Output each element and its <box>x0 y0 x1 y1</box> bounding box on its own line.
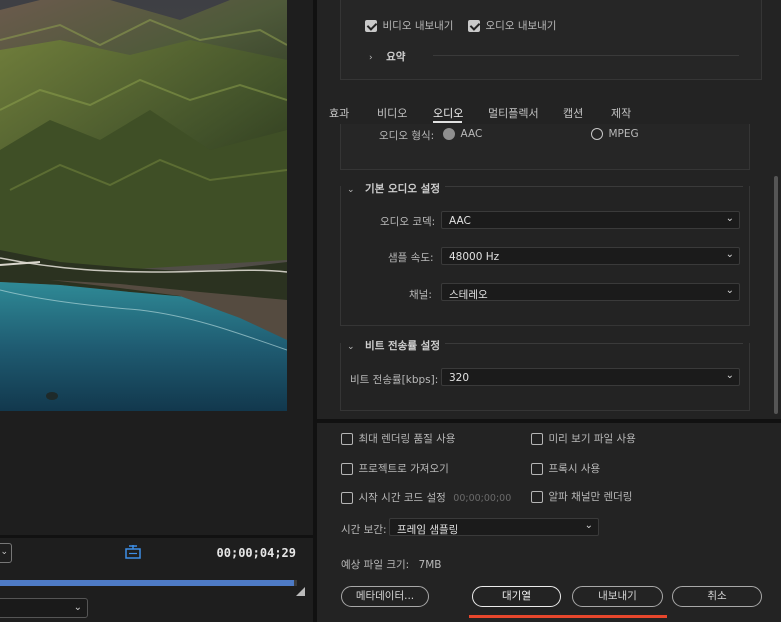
audio-format-box: 오디오 형식: AAC MPEG <box>340 124 750 170</box>
time-interpolation-value: 프레임 샘플링 <box>397 524 459 536</box>
export-video-label: 비디오 내보내기 <box>382 20 454 32</box>
options-divider <box>317 419 781 423</box>
export-video-option[interactable]: 비디오 내보내기 <box>365 18 453 33</box>
time-interpolation-select[interactable]: 프레임 샘플링 ⌄ <box>389 518 599 536</box>
coastal-landscape-image <box>0 0 287 411</box>
use-proxies-option[interactable]: 프록시 사용 <box>531 461 600 476</box>
file-size-row: 예상 파일 크기: 7MB <box>341 557 441 572</box>
fit-dropdown[interactable]: ⌄ <box>0 543 12 563</box>
bitrate-label: 비트 전송률[kbps]: <box>350 374 439 386</box>
source-range-dropdown[interactable]: ⌄ <box>0 598 88 618</box>
import-into-project-option[interactable]: 프로젝트로 가져오기 <box>341 461 449 476</box>
use-proxies-checkbox[interactable] <box>531 463 543 475</box>
bitrate-select[interactable]: 320 ⌄ <box>441 368 740 386</box>
aac-radio[interactable] <box>443 128 455 140</box>
mpeg-radio[interactable] <box>591 128 603 140</box>
chevron-down-icon: ⌄ <box>73 602 82 613</box>
playhead-handle[interactable] <box>296 587 305 596</box>
export-button[interactable]: 내보내기 <box>572 586 663 607</box>
chevron-down-icon: ⌄ <box>725 249 734 260</box>
cancel-button[interactable]: 취소 <box>672 586 762 607</box>
preview-divider <box>0 535 313 538</box>
sample-rate-value: 48000 Hz <box>449 251 500 263</box>
export-audio-option[interactable]: 오디오 내보내기 <box>468 18 556 33</box>
render-alpha-only-label: 알파 채널만 렌더링 <box>548 491 633 503</box>
chevron-down-icon: ⌄ <box>725 285 734 296</box>
timeline-scrub-bar[interactable] <box>0 580 297 586</box>
summary-divider <box>433 55 739 56</box>
start-timecode-option[interactable]: 시작 시간 코드 설정 00;00;00;00 <box>341 490 511 505</box>
bitrate-value: 320 <box>449 372 470 384</box>
sample-rate-select[interactable]: 48000 Hz ⌄ <box>441 247 740 265</box>
settings-scrollbar[interactable] <box>774 176 778 414</box>
export-settings-pane: 비디오 내보내기 오디오 내보내기 › 요약 효과 비디오 오디오 멀티플렉서 … <box>317 0 781 622</box>
import-into-project-checkbox[interactable] <box>341 463 353 475</box>
queue-button[interactable]: 대기열 <box>472 586 561 607</box>
start-timecode-checkbox[interactable] <box>341 492 353 504</box>
channels-select[interactable]: 스테레오 ⌄ <box>441 283 740 301</box>
tab-effects[interactable]: 효과 <box>329 105 349 121</box>
audio-codec-label: 오디오 코덱: <box>380 216 436 228</box>
export-frame-icon <box>125 545 141 559</box>
file-size-value: 7MB <box>418 559 442 571</box>
mpeg-label: MPEG <box>608 128 639 140</box>
export-audio-checkbox[interactable] <box>468 20 480 32</box>
use-previews-checkbox[interactable] <box>531 433 543 445</box>
render-alpha-only-option[interactable]: 알파 채널만 렌더링 <box>531 489 632 504</box>
tab-publish[interactable]: 제작 <box>611 105 631 121</box>
tab-video[interactable]: 비디오 <box>377 105 407 121</box>
chevron-down-icon: ⌄ <box>584 520 593 531</box>
timeline-progress <box>0 580 295 586</box>
export-toggles-box: 비디오 내보내기 오디오 내보내기 › 요약 <box>340 0 762 80</box>
active-tab-indicator <box>433 121 462 123</box>
start-timecode-value: 00;00;00;00 <box>453 493 512 504</box>
timecode-display: 00;00;04;29 <box>216 546 296 560</box>
chevron-down-icon: ⌄ <box>0 547 8 557</box>
aac-label: AAC <box>460 128 483 140</box>
import-into-project-label: 프로젝트로 가져오기 <box>358 463 449 475</box>
chevron-down-icon: ⌄ <box>725 213 734 224</box>
audio-format-aac-option[interactable]: AAC <box>443 127 482 140</box>
export-frame-button[interactable] <box>122 543 144 563</box>
sample-rate-label: 샘플 속도: <box>388 252 434 264</box>
video-preview-frame <box>0 0 287 411</box>
tab-audio[interactable]: 오디오 <box>433 105 463 121</box>
audio-codec-value: AAC <box>449 215 471 227</box>
use-previews-label: 미리 보기 파일 사용 <box>548 433 636 445</box>
queue-highlight <box>469 615 667 618</box>
use-proxies-label: 프록시 사용 <box>548 463 601 475</box>
max-render-quality-option[interactable]: 최대 렌더링 품질 사용 <box>341 431 455 446</box>
chevron-down-icon: ⌄ <box>725 370 734 381</box>
file-size-label: 예상 파일 크기: <box>341 559 410 571</box>
audio-codec-select[interactable]: AAC ⌄ <box>441 211 740 229</box>
metadata-button[interactable]: 메타데이터... <box>341 586 429 607</box>
audio-format-label: 오디오 형식: <box>379 130 435 142</box>
summary-label: 요약 <box>386 51 406 63</box>
audio-settings-scroll-area[interactable]: 오디오 형식: AAC MPEG ⌄ 기본 오디오 설정 오디오 코덱: AAC… <box>317 124 781 420</box>
start-timecode-label: 시작 시간 코드 설정 <box>358 492 446 504</box>
source-preview-pane: ⌄ 00;00;04;29 ⌄ <box>0 0 313 622</box>
render-alpha-only-checkbox[interactable] <box>531 491 543 503</box>
export-video-checkbox[interactable] <box>365 20 377 32</box>
settings-tabs: 효과 비디오 오디오 멀티플렉서 캡션 제작 <box>317 100 781 124</box>
use-previews-option[interactable]: 미리 보기 파일 사용 <box>531 431 636 446</box>
max-render-quality-checkbox[interactable] <box>341 433 353 445</box>
tab-multiplexer[interactable]: 멀티플렉서 <box>488 105 539 121</box>
tab-captions[interactable]: 캡션 <box>563 105 583 121</box>
channels-value: 스테레오 <box>449 289 488 301</box>
channels-label: 채널: <box>409 289 432 301</box>
time-interpolation-label: 시간 보간: <box>341 524 387 536</box>
audio-format-mpeg-option[interactable]: MPEG <box>591 127 639 140</box>
max-render-quality-label: 최대 렌더링 품질 사용 <box>358 433 456 445</box>
export-audio-label: 오디오 내보내기 <box>485 20 557 32</box>
chevron-right-icon: › <box>369 53 373 63</box>
summary-toggle[interactable]: › 요약 <box>369 49 405 64</box>
